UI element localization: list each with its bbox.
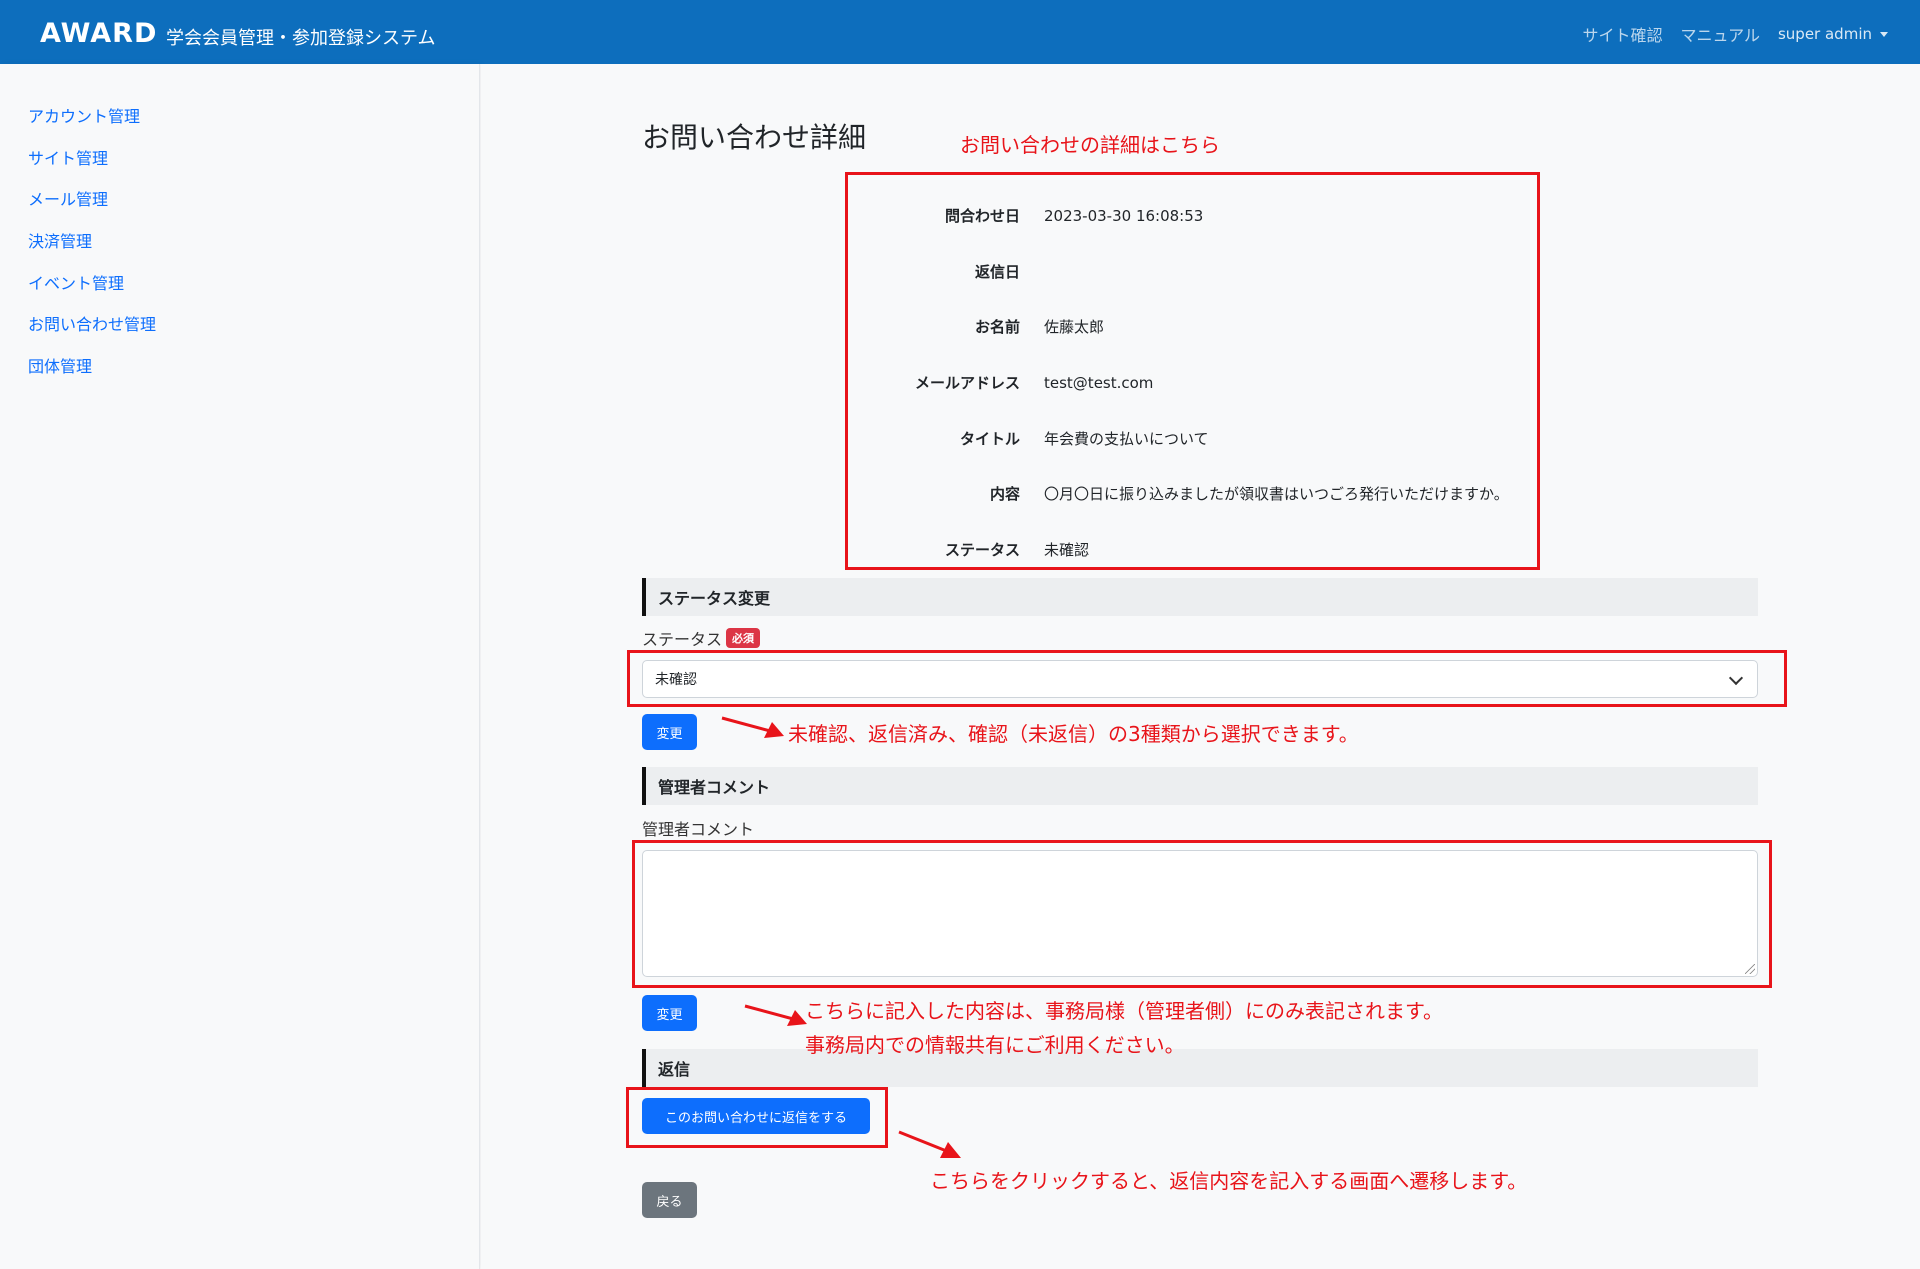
sidebar-link-group[interactable]: 団体管理 <box>28 353 92 377</box>
app-logo[interactable]: AWARD <box>40 18 157 49</box>
user-name: super admin <box>1777 25 1872 43</box>
sidebar-link-inquiry[interactable]: お問い合わせ管理 <box>28 311 156 335</box>
sidebar-link-payment[interactable]: 決済管理 <box>28 228 92 252</box>
comment-annotation-line1: こちらに記入した内容は、事務局様（管理者側）にのみ表記されます。 <box>805 999 1443 1023</box>
sidebar-item-site: サイト管理 <box>0 136 479 178</box>
status-change-button[interactable]: 変更 <box>642 714 697 750</box>
manual-link[interactable]: マニュアル <box>1680 22 1760 46</box>
comment-change-button[interactable]: 変更 <box>642 995 697 1031</box>
details-highlight-box <box>845 172 1540 570</box>
status-label-text: ステータス <box>642 630 723 649</box>
status-field-label: ステータス 必須 <box>642 626 761 650</box>
sidebar-item-group: 団体管理 <box>0 344 479 386</box>
sidebar-item-payment: 決済管理 <box>0 219 479 261</box>
top-nav-links: サイト確認 マニュアル super admin <box>1582 22 1888 46</box>
sidebar-menu: アカウント管理 サイト管理 メール管理 決済管理 イベント管理 お問い合わせ管理… <box>0 64 479 386</box>
comment-section-heading: 管理者コメント <box>642 767 1758 805</box>
sidebar-item-mail: メール管理 <box>0 177 479 219</box>
details-annotation: お問い合わせの詳細はこちら <box>960 133 1220 157</box>
comment-arrow-icon <box>744 1004 807 1026</box>
user-menu-dropdown[interactable]: super admin <box>1778 25 1888 43</box>
back-button[interactable]: 戻る <box>642 1182 697 1218</box>
sidebar-link-mail[interactable]: メール管理 <box>28 186 108 210</box>
reply-annotation: こちらをクリックすると、返信内容を記入する画面へ遷移します。 <box>930 1169 1528 1193</box>
top-navbar: AWARD 学会会員管理・参加登録システム サイト確認 マニュアル super … <box>0 0 1920 64</box>
reply-arrow-icon <box>898 1130 961 1158</box>
sidebar-link-account[interactable]: アカウント管理 <box>28 103 140 127</box>
comment-field-label: 管理者コメント <box>642 820 755 839</box>
comment-annotation-line2: 事務局内での情報共有にご利用ください。 <box>805 1033 1185 1057</box>
page-title: お問い合わせ詳細 <box>642 121 867 154</box>
sidebar-link-site[interactable]: サイト管理 <box>28 145 108 169</box>
status-highlight-box <box>627 650 1787 707</box>
app-title: 学会会員管理・参加登録システム <box>166 28 436 49</box>
status-arrow-icon <box>721 716 784 738</box>
sidebar-item-inquiry: お問い合わせ管理 <box>0 302 479 344</box>
status-annotation: 未確認、返信済み、確認（未返信）の3種類から選択できます。 <box>788 722 1359 746</box>
required-badge: 必須 <box>726 628 761 648</box>
caret-down-icon <box>1880 31 1888 37</box>
reply-highlight-box <box>626 1087 888 1148</box>
sidebar: アカウント管理 サイト管理 メール管理 決済管理 イベント管理 お問い合わせ管理… <box>0 64 480 1269</box>
sidebar-link-event[interactable]: イベント管理 <box>28 270 124 294</box>
sidebar-item-event: イベント管理 <box>0 261 479 303</box>
site-check-link[interactable]: サイト確認 <box>1582 22 1662 46</box>
comment-highlight-box <box>632 840 1772 988</box>
sidebar-item-account: アカウント管理 <box>0 94 479 136</box>
status-section-heading: ステータス変更 <box>642 578 1758 616</box>
